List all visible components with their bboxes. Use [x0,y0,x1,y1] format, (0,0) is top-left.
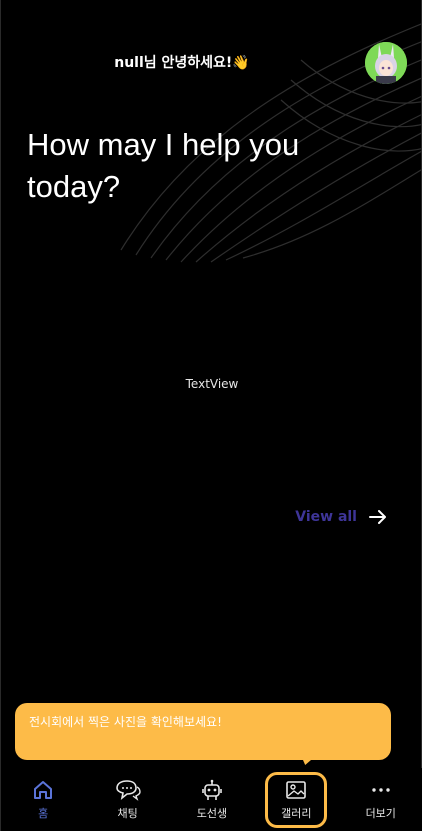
nav-item-label: 더보기 [365,806,396,820]
character-avatar-icon [365,42,407,84]
gallery-icon [285,779,307,801]
robot-icon [201,779,223,801]
textview-placeholder: TextView [185,377,239,391]
tooltip-message: 전시회에서 찍은 사진을 확인해보세요! [29,715,222,729]
chat-icon [115,779,141,801]
nav-item-label: 채팅 [117,806,138,820]
nav-item-gallery[interactable]: 갤러리 [265,771,328,828]
nav-item-home[interactable]: 홈 [12,772,74,828]
view-all-link[interactable]: View all [295,509,387,525]
more-icon [370,779,392,801]
profile-avatar[interactable] [365,42,407,84]
nav-item-more[interactable]: 더보기 [350,772,412,828]
hero-title: How may I help you today? [27,127,300,204]
nav-item-label: 도선생 [196,806,228,820]
arrow-right-icon [369,510,386,524]
tooltip-tail [297,755,317,765]
nav-item-chat[interactable]: 채팅 [97,772,159,828]
nav-item-label: 갤러리 [281,806,312,820]
view-all-label: View all [295,509,357,525]
app-screen: null님 안녕하세요!👋 How may I help you today? … [0,0,422,831]
nav-item-label: 홈 [38,806,49,820]
bottom-navigation: 홈 채팅 도선생 갤러리 더보기 [1,768,422,831]
greeting-text: null님 안녕하세요!👋 [114,55,250,71]
nav-item-robot[interactable]: 도선생 [181,772,243,828]
gallery-tooltip: 전시회에서 찍은 사진을 확인해보세요! [15,703,391,760]
home-icon [32,779,54,801]
